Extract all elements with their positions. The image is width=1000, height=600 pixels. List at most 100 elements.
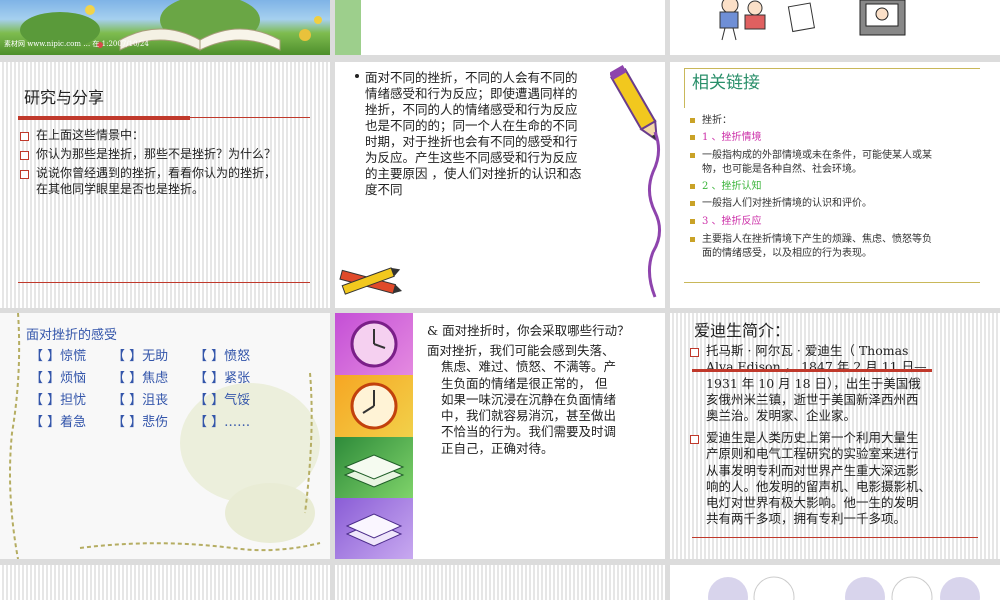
bullet-dot-icon — [690, 153, 695, 158]
slide-9-thumbnail[interactable]: 爱迪生简介： 托马斯 · 阿尔瓦 · 爱迪生（ Thomas Alva Edis… — [670, 313, 1000, 559]
title-underline-thin — [190, 117, 310, 118]
slide-paragraph: 面对不同的挫折，不同的人会有不同的 情绪感受和行为反应；即使遭遇同样的 挫折，不… — [365, 70, 625, 198]
paragraph-line: 爱迪生是人类历史上第一个利用大量生 — [706, 430, 919, 445]
feeling-item: 【 】愤怒 — [194, 349, 251, 364]
title-frame-left-line — [684, 68, 685, 108]
list-item: 1 、挫折情境 — [702, 132, 762, 143]
feeling-item: 【 】紧张 — [194, 371, 251, 386]
slide-1-thumbnail[interactable]: 素材网 www.nipic.com … 在 1:2007/10/24 — [0, 0, 330, 55]
slide-2-thumbnail[interactable] — [335, 0, 665, 55]
bottom-rule — [18, 282, 310, 283]
feeling-item: 【 】着急 — [30, 415, 87, 430]
bullet-text: 说说你曾经遇到的挫折，看看你认为的挫折， — [36, 166, 277, 180]
bullet-dot-icon — [690, 184, 695, 189]
paragraph-line: 也是不同的的；同一个人在生命的不同 — [365, 118, 578, 133]
list-item: 3 、挫折反应 — [702, 216, 762, 227]
bullet-square-icon — [20, 132, 29, 141]
title-frame-top-line — [684, 68, 980, 69]
feeling-item: 【 】…… — [194, 415, 251, 430]
book-icon — [345, 513, 403, 547]
books-tile-green — [335, 437, 413, 498]
feeling-item: 【 】惊慌 — [30, 349, 87, 364]
paragraph-line: 正自己，正确对待。 — [441, 440, 554, 456]
bullet-dot-icon — [690, 118, 695, 123]
paragraph-line: 挫折，不同的人的情绪感受和行为反应 — [365, 102, 578, 117]
feeling-item: 【 】担忧 — [30, 393, 87, 408]
feeling-item: 【 】烦恼 — [30, 371, 87, 386]
bullet-square-icon — [20, 170, 29, 179]
list-item: 一般指构成的外部情境或未在条件，可能使某人或某 — [702, 150, 932, 161]
paragraph-line: 如果一味沉浸在沉静在负面情绪 — [441, 391, 617, 407]
paragraph-line: 产原则和电气工程研究的实验室来进行 — [706, 446, 919, 462]
image-watermark: 素材网 www.nipic.com … 在 1:2007/10/24 — [4, 40, 149, 48]
clock-icon — [350, 320, 398, 368]
list-item-continued: 物，也可能是各种自然、社会环境。 — [702, 164, 862, 175]
question-text: & 面对挫折时，你会采取哪些行动？ — [427, 323, 630, 338]
bullet-text: 在上面这些情景中： — [36, 128, 145, 142]
green-side-strip — [335, 0, 361, 55]
paragraph-line: 从事发明专利而对世界产生重大深远影 — [706, 462, 919, 478]
bio-paragraph: 爱迪生是人类历史上第一个利用大量生 产原则和电气工程研究的实验室来进行 从事发明… — [706, 430, 931, 528]
slide-10-thumbnail[interactable] — [0, 565, 330, 600]
paragraph-line: 共有两千多项，拥有专利一千多项。 — [706, 511, 907, 527]
feeling-item: 【 】无助 — [112, 349, 169, 364]
bottom-rule — [692, 537, 978, 538]
paragraph-line: 情绪感受和行为反应；即使遭遇同样的 — [365, 86, 578, 101]
clock-icon — [350, 382, 398, 430]
slide-5-thumbnail[interactable]: 面对不同的挫折，不同的人会有不同的 情绪感受和行为反应；即使遭遇同样的 挫折，不… — [335, 62, 665, 308]
bullet-dot-icon — [690, 201, 695, 206]
books-tile-lilac — [335, 498, 413, 559]
paragraph-line: 面对挫折，我们可能会感到失落、 — [427, 343, 615, 358]
crossed-pencils-icon — [339, 267, 403, 295]
section-title: 面对挫折的感受 — [26, 328, 118, 343]
paragraph-line: 生负面的情绪是很正常的， 但 — [441, 375, 608, 391]
paragraph-line: Alva Edison ， 1847 年 2 月 11 日— — [706, 359, 927, 375]
slide-3-thumbnail[interactable] — [670, 0, 1000, 55]
bio-paragraph: 托马斯 · 阿尔瓦 · 爱迪生（ Thomas Alva Edison ， 18… — [706, 343, 927, 424]
slide-8-thumbnail[interactable]: & 面对挫折时，你会采取哪些行动？ 面对挫折，我们可能会感到失落、 焦虑、难过、… — [335, 313, 665, 559]
clock-tile-orange — [335, 375, 413, 437]
bullet-dot-icon — [355, 74, 359, 78]
bullet-square-icon — [690, 348, 699, 357]
paragraph-line: 电灯对世界有极大影响。他一生的发明 — [706, 495, 919, 510]
paragraph-line: 中，我们就容易消沉，甚至做出 — [441, 408, 617, 423]
slide-12-thumbnail[interactable] — [670, 565, 1000, 600]
paragraph-line: 的主要原因 ，使人们对挫折的认识和态 — [365, 166, 582, 181]
slide-7-thumbnail[interactable]: 面对挫折的感受 【 】惊慌 【 】无助 【 】愤怒 【 】烦恼 【 】焦虑 【 … — [0, 313, 330, 559]
paragraph-line: 托马斯 · 阿尔瓦 · 爱迪生（ Thomas — [706, 343, 909, 358]
clock-tile-purple — [335, 313, 413, 375]
paragraph-line: 不恰当的行为。我们需要及时调 — [441, 424, 617, 440]
cartoon-children-illustration — [719, 0, 906, 41]
paragraph-line: 奥兰治。发明家、企业家。 — [706, 408, 857, 423]
bullet-square-icon — [20, 151, 29, 160]
feeling-item: 【 】焦虑 — [112, 371, 169, 386]
bullet-square-icon — [690, 435, 699, 444]
bullet-dot-icon — [690, 219, 695, 224]
feeling-item: 【 】沮丧 — [112, 393, 169, 408]
list-item: 一般指人们对挫折情境的认识和评价。 — [702, 198, 872, 209]
feeling-item: 【 】悲伤 — [112, 415, 169, 430]
purple-wavy-line — [648, 132, 661, 298]
paragraph-line: 亥俄州米兰镇，逝世于美国新泽西州西 — [706, 391, 919, 407]
title-underline-red — [692, 369, 932, 372]
paragraph-line: 度不同 — [365, 182, 403, 197]
paragraph-line: 焦虑、难过、愤怒、不满等。产 — [441, 359, 617, 375]
slide-6-thumbnail[interactable]: 相关链接 挫折： 1 、挫折情境 一般指构成的外部情境或未在条件，可能使某人或某… — [670, 62, 1000, 308]
paragraph-line: 为反应。产生这些不同感受和行为反应 — [365, 150, 578, 165]
list-item: 挫折： — [702, 115, 732, 126]
feeling-item: 【 】气馁 — [194, 393, 251, 408]
slide-4-thumbnail[interactable]: 研究与分享 在上面这些情景中： 你认为那些是挫折，那些不是挫折？为什么？ 说说你… — [0, 62, 330, 308]
bullet-text-continued: 在其他同学眼里是否也是挫折。 — [36, 182, 205, 196]
slide-title: 研究与分享 — [24, 88, 105, 107]
slide-11-thumbnail[interactable] — [335, 565, 665, 600]
paragraph-line: 1931 年 10 月 18 日），出生于美国俄 — [706, 375, 921, 391]
paragraph-line: 时期，对于挫折也会有不同的感受和行 — [365, 134, 578, 149]
list-item: 主要指人在挫折情境下产生的烦躁、焦虑、愤怒等负 — [702, 234, 932, 245]
book-icon — [343, 454, 405, 488]
circles-decoration — [708, 576, 980, 600]
slide-title: 相关链接 — [692, 73, 760, 93]
list-item-continued: 面的情绪感受，以及相应的行为表现。 — [702, 248, 872, 259]
slide-title: 爱迪生简介： — [694, 321, 791, 340]
bottom-rule — [684, 282, 980, 283]
paragraph-line: 面对不同的挫折，不同的人会有不同的 — [365, 70, 578, 85]
